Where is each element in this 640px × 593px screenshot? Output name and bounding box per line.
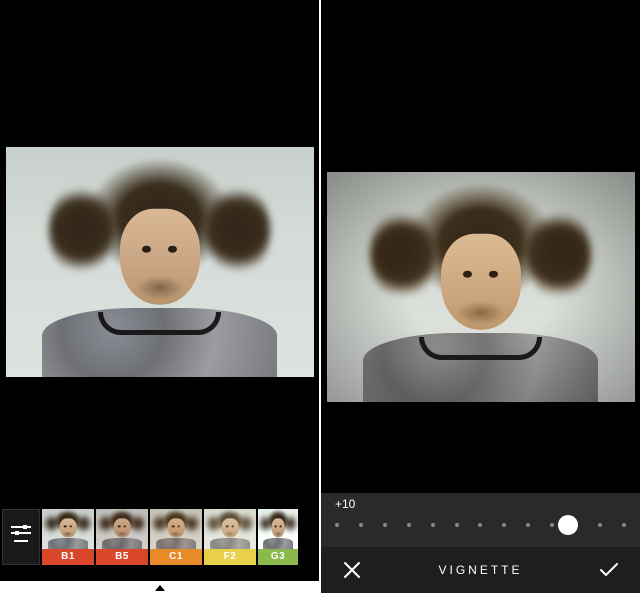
adjust-toggle-button[interactable] xyxy=(2,509,40,565)
filter-thumb-g3[interactable]: G3 xyxy=(258,509,298,565)
caret-up-icon[interactable] xyxy=(155,585,165,591)
slider-value-label: +10 xyxy=(335,497,355,511)
filter-label: C1 xyxy=(150,549,202,565)
filter-select-screen: B1 B5 C1 F2 G3 xyxy=(0,0,319,593)
filter-thumb-b5[interactable]: B5 xyxy=(96,509,148,565)
cancel-button[interactable] xyxy=(337,555,367,585)
slider-handle[interactable] xyxy=(558,515,578,535)
bottom-margin xyxy=(0,581,319,593)
tool-confirm-bar: VIGNETTE xyxy=(321,547,640,593)
vignette-slider[interactable] xyxy=(335,515,626,535)
filter-label: F2 xyxy=(204,549,256,565)
preview-image[interactable] xyxy=(6,147,314,377)
filter-label: G3 xyxy=(258,549,298,565)
filter-label: B1 xyxy=(42,549,94,565)
preview-image[interactable] xyxy=(327,172,635,402)
filter-thumbnail-strip[interactable]: B1 B5 C1 F2 G3 xyxy=(0,509,319,581)
filter-label: B5 xyxy=(96,549,148,565)
filter-thumb-f2[interactable]: F2 xyxy=(204,509,256,565)
minus-icon xyxy=(14,540,28,542)
tool-name-label: VIGNETTE xyxy=(438,563,522,577)
vignette-effect xyxy=(327,172,635,402)
check-icon xyxy=(599,562,619,578)
slider-panel: +10 xyxy=(321,493,640,547)
filter-thumb-b1[interactable]: B1 xyxy=(42,509,94,565)
close-icon xyxy=(343,561,361,579)
filter-thumb-c1[interactable]: C1 xyxy=(150,509,202,565)
preview-area xyxy=(0,0,319,593)
confirm-button[interactable] xyxy=(594,555,624,585)
adjust-tool-screen: +10 VIGNETTE xyxy=(321,0,640,593)
